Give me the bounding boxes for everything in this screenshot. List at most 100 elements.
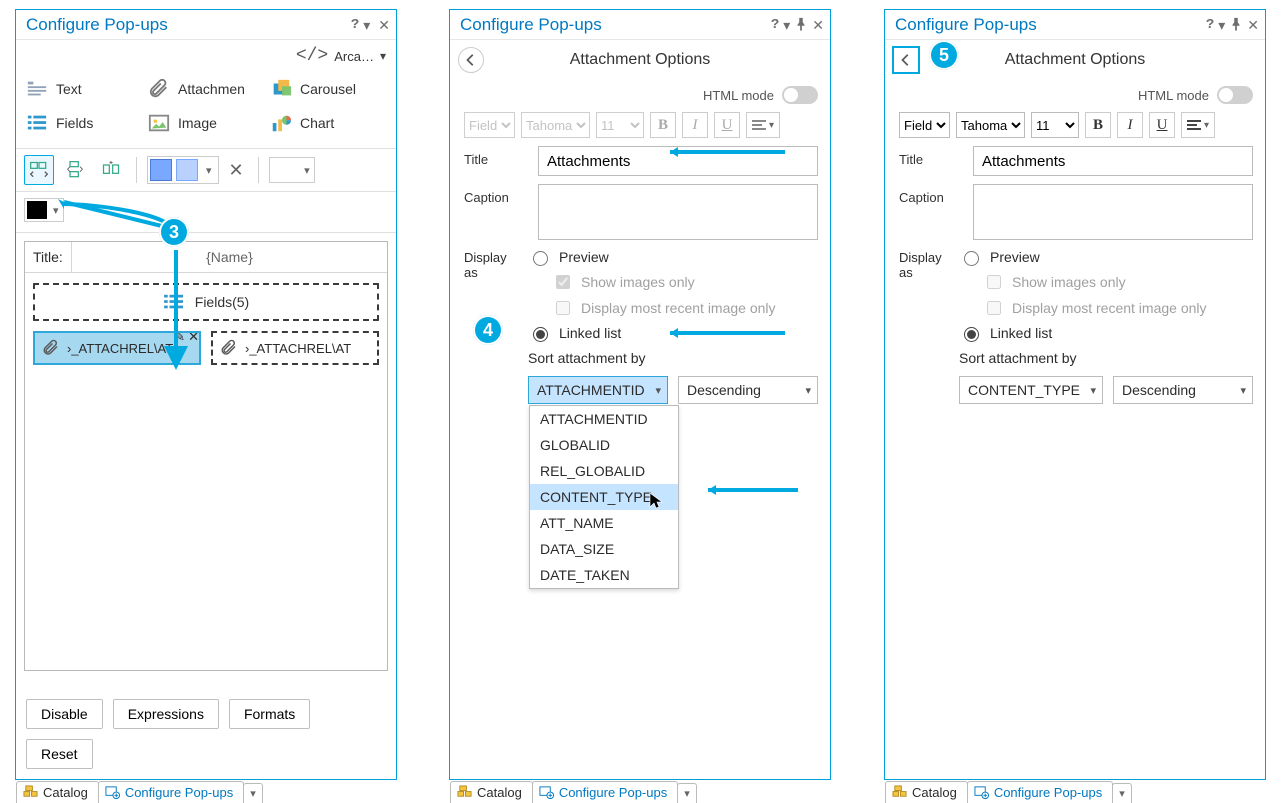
- caption-input[interactable]: [973, 184, 1253, 240]
- titlebar: Configure Pop-ups ? ▾ ✕: [885, 10, 1265, 40]
- secondary-swatch: [176, 159, 198, 181]
- checkbox-show-images[interactable]: Show images only: [552, 272, 818, 292]
- sort-option[interactable]: ATTACHMENTID: [530, 406, 678, 432]
- window-menu-icon[interactable]: ▾: [783, 18, 790, 32]
- sort-option[interactable]: GLOBALID: [530, 432, 678, 458]
- layout-side-by-side-button[interactable]: [24, 155, 54, 185]
- checkbox-show-images[interactable]: Show images only: [983, 272, 1253, 292]
- chevron-down-icon: ▾: [380, 49, 386, 63]
- primary-swatch: [150, 159, 172, 181]
- element-text[interactable]: Text: [26, 74, 142, 104]
- attachment-chip-b[interactable]: ›_ATTACHREL\AT: [211, 331, 379, 365]
- tab-configure-popups[interactable]: Configure Pop-ups: [967, 781, 1113, 803]
- help-icon[interactable]: ?: [771, 18, 779, 32]
- tab-overflow[interactable]: ▾: [677, 783, 697, 803]
- help-icon[interactable]: ?: [351, 18, 359, 32]
- italic-button[interactable]: I: [682, 112, 708, 138]
- layout-swap-button[interactable]: [96, 155, 126, 185]
- close-icon[interactable]: ✕: [1247, 18, 1259, 32]
- arcade-picker[interactable]: </> Arca… ▾: [16, 40, 396, 68]
- window-menu-icon[interactable]: ▾: [363, 18, 370, 32]
- title-label: Title: [899, 146, 963, 167]
- sort-option[interactable]: ATT_NAME: [530, 510, 678, 536]
- callout-4: 4: [473, 315, 503, 345]
- display-as-label: Display as: [464, 248, 518, 280]
- sort-order-combo[interactable]: Descending: [678, 376, 818, 404]
- tab-catalog[interactable]: Catalog: [885, 781, 968, 803]
- panel-title: Configure Pop-ups: [460, 15, 602, 35]
- attachment-chip-a[interactable]: ›_ATTACHREL\AT ✎ ✕: [33, 331, 201, 365]
- underline-button[interactable]: U: [1149, 112, 1175, 138]
- radio-preview[interactable]: Preview: [528, 248, 818, 266]
- pin-icon[interactable]: [794, 17, 808, 33]
- sort-field-combo[interactable]: CONTENT_TYPE: [959, 376, 1103, 404]
- expressions-button[interactable]: Expressions: [113, 699, 219, 729]
- tab-configure-popups[interactable]: Configure Pop-ups: [532, 781, 678, 803]
- font-select[interactable]: Tahoma: [956, 112, 1025, 138]
- align-button[interactable]: ▾: [1181, 112, 1215, 138]
- title-input[interactable]: [71, 242, 387, 272]
- formats-button[interactable]: Formats: [229, 699, 310, 729]
- text-color-picker[interactable]: ▾: [24, 198, 64, 222]
- sort-option[interactable]: DATA_SIZE: [530, 536, 678, 562]
- help-icon[interactable]: ?: [1206, 18, 1214, 32]
- caption-label: Caption: [464, 184, 528, 205]
- pin-icon[interactable]: [1229, 17, 1243, 33]
- sort-label: Sort attachment by: [959, 350, 1253, 366]
- clear-icon[interactable]: ✕: [225, 160, 248, 181]
- underline-button[interactable]: U: [714, 112, 740, 138]
- sort-option[interactable]: REL_GLOBALID: [530, 458, 678, 484]
- html-mode-label: HTML mode: [703, 88, 774, 103]
- caption-input[interactable]: [538, 184, 818, 240]
- element-chart[interactable]: Chart: [270, 108, 386, 138]
- color-pair-picker[interactable]: ▾: [147, 156, 219, 184]
- font-select[interactable]: Tahoma: [521, 112, 590, 138]
- caption-label: Caption: [899, 184, 963, 205]
- fields-chip[interactable]: Fields(5): [33, 283, 379, 321]
- html-mode-toggle[interactable]: [1217, 86, 1253, 104]
- disable-button[interactable]: Disable: [26, 699, 103, 729]
- element-image[interactable]: Image: [148, 108, 264, 138]
- element-attachments[interactable]: Attachmen: [148, 74, 264, 104]
- callout-3: 3: [159, 217, 189, 247]
- tab-catalog[interactable]: Catalog: [16, 781, 99, 803]
- field-select[interactable]: Field: [899, 112, 950, 138]
- title-input[interactable]: [538, 146, 818, 176]
- tab-catalog[interactable]: Catalog: [450, 781, 533, 803]
- sort-label: Sort attachment by: [528, 350, 818, 366]
- close-icon[interactable]: ✕: [812, 18, 824, 32]
- italic-button[interactable]: I: [1117, 112, 1143, 138]
- window-menu-icon[interactable]: ▾: [1218, 18, 1225, 32]
- sort-field-combo[interactable]: ATTACHMENTID ATTACHMENTIDGLOBALIDREL_GLO…: [528, 376, 668, 404]
- tab-overflow[interactable]: ▾: [243, 783, 263, 803]
- reset-button[interactable]: Reset: [26, 739, 93, 769]
- page-subtitle: Attachment Options: [450, 51, 830, 69]
- layout-stack-button[interactable]: [60, 155, 90, 185]
- checkbox-recent-only[interactable]: Display most recent image only: [983, 298, 1253, 318]
- font-size-select[interactable]: 11: [1031, 112, 1079, 138]
- bold-button[interactable]: B: [1085, 112, 1111, 138]
- close-icon[interactable]: ✕: [188, 331, 199, 345]
- pencil-icon[interactable]: ✎: [174, 331, 185, 345]
- html-mode-toggle[interactable]: [782, 86, 818, 104]
- radio-linked-list[interactable]: Linked list: [528, 324, 818, 342]
- close-icon[interactable]: ✕: [378, 18, 390, 32]
- tab-overflow[interactable]: ▾: [1112, 783, 1132, 803]
- checkbox-recent-only[interactable]: Display most recent image only: [552, 298, 818, 318]
- style-dropdown[interactable]: ▾: [269, 157, 315, 183]
- bold-button[interactable]: B: [650, 112, 676, 138]
- font-size-select[interactable]: 11: [596, 112, 644, 138]
- element-fields[interactable]: Fields: [26, 108, 142, 138]
- color-swatch: [27, 201, 47, 219]
- format-toolbar: Field Tahoma 11 B I U ▾: [464, 112, 818, 138]
- element-carousel[interactable]: Carousel: [270, 74, 386, 104]
- title-label: Title: [464, 146, 528, 167]
- align-button[interactable]: ▾: [746, 112, 780, 138]
- radio-linked-list[interactable]: Linked list: [959, 324, 1253, 342]
- title-input[interactable]: [973, 146, 1253, 176]
- sort-order-combo[interactable]: Descending: [1113, 376, 1253, 404]
- tab-configure-popups[interactable]: Configure Pop-ups: [98, 781, 244, 803]
- field-select[interactable]: Field: [464, 112, 515, 138]
- sort-option[interactable]: DATE_TAKEN: [530, 562, 678, 588]
- radio-preview[interactable]: Preview: [959, 248, 1253, 266]
